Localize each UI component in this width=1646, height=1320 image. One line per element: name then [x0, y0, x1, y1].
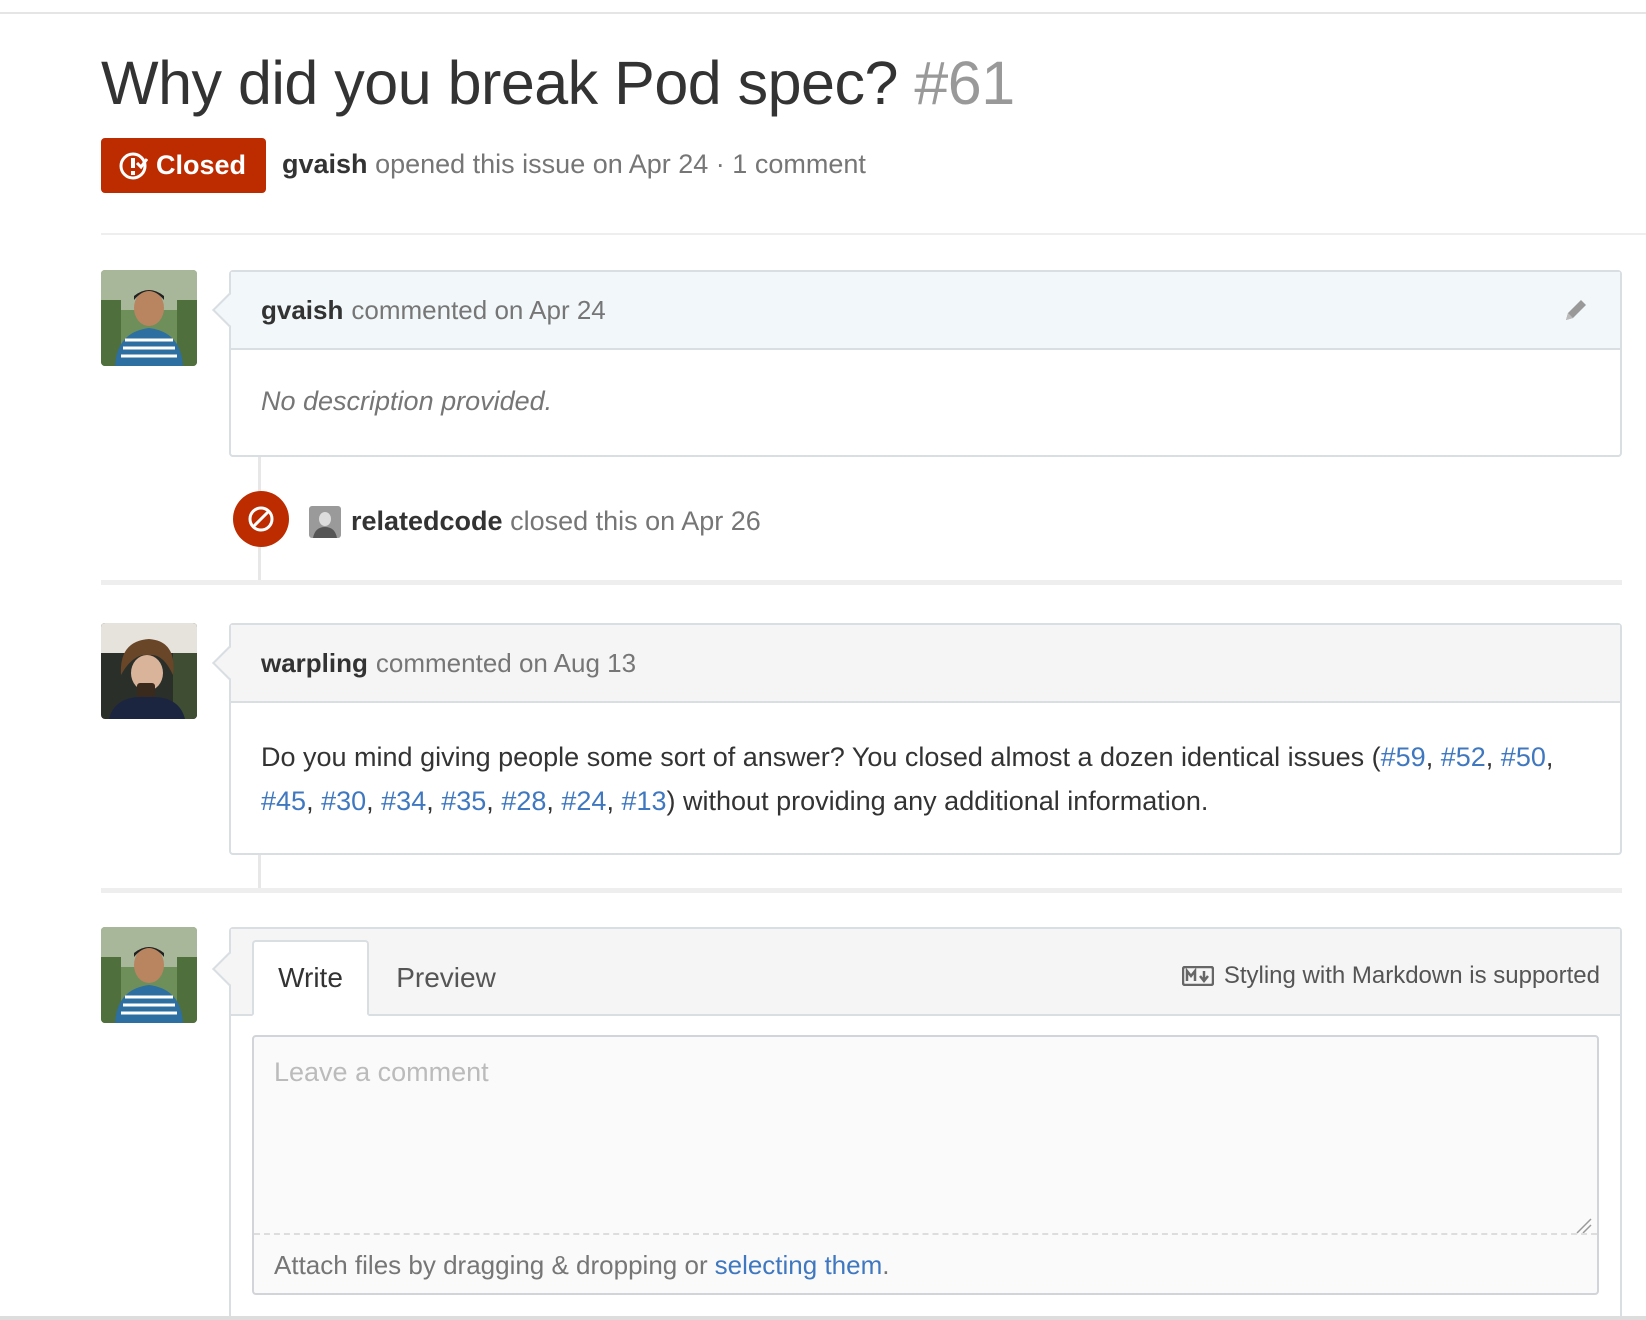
avatar[interactable] — [101, 623, 197, 719]
comment-textarea-wrap: Attach files by dragging & dropping or s… — [252, 1035, 1599, 1295]
issue-number: #61 — [914, 49, 1015, 117]
bottom-divider — [0, 1316, 1646, 1320]
timeline-line — [258, 855, 261, 890]
comment-header: warpling commented on Aug 13 — [231, 625, 1620, 703]
avatar[interactable] — [101, 927, 197, 1023]
event-actor-link[interactable]: relatedcode — [351, 506, 503, 536]
comment-author-link[interactable]: warpling — [261, 648, 368, 679]
comment-textarea[interactable] — [254, 1037, 1597, 1235]
select-files-link[interactable]: selecting them — [715, 1250, 883, 1281]
issue-link[interactable]: #45 — [261, 786, 306, 816]
issue-link[interactable]: #52 — [1441, 742, 1486, 772]
resize-grip-icon[interactable] — [1573, 1215, 1593, 1235]
issue-link[interactable]: #28 — [501, 786, 546, 816]
avatar-warpling — [101, 623, 197, 719]
comment-card: warpling commented on Aug 13 Do you mind… — [212, 623, 1622, 855]
issue-link[interactable]: #34 — [381, 786, 426, 816]
comment-header: gvaish commented on Apr 24 — [231, 272, 1620, 350]
issue-meta-text: opened this issue on Apr 24 · 1 comment — [375, 149, 866, 179]
tab-preview[interactable]: Preview — [381, 940, 511, 1016]
issue-title: Why did you break Pod spec? #61 — [101, 48, 1015, 118]
issue-link[interactable]: #30 — [321, 786, 366, 816]
markdown-help[interactable]: Styling with Markdown is supported — [1181, 962, 1600, 990]
comment-text-suffix: ) without providing any additional infor… — [666, 786, 1209, 816]
avatar-gvaish — [101, 270, 197, 366]
timeline-divider — [101, 888, 1622, 893]
tab-write[interactable]: Write — [252, 940, 369, 1016]
markdown-icon — [1181, 966, 1214, 986]
meta-divider — [101, 233, 1646, 235]
issue-link[interactable]: #13 — [621, 786, 666, 816]
comment-body: No description provided. — [231, 350, 1620, 417]
avatar-current-user — [101, 927, 197, 1023]
attach-end: . — [882, 1249, 890, 1280]
attach-text: Attach files by dragging & dropping or — [274, 1249, 708, 1280]
comment-action: commented on Aug 13 — [375, 647, 637, 678]
top-divider — [0, 12, 1646, 14]
comment-card: gvaish commented on Apr 24 No descriptio… — [212, 270, 1622, 457]
comment-empty-text: No description provided. — [261, 386, 553, 416]
avatar-relatedcode — [309, 506, 341, 538]
issue-state-label: Closed — [156, 150, 247, 180]
circle-slash-icon — [248, 506, 274, 532]
pencil-icon[interactable] — [1562, 296, 1590, 324]
comment-author-link[interactable]: gvaish — [261, 295, 343, 326]
comment-body: Do you mind giving people some sort of a… — [261, 742, 1554, 816]
issue-link[interactable]: #35 — [441, 786, 486, 816]
issue-link[interactable]: #24 — [561, 786, 606, 816]
editor-tabs: Write Preview Styling with Markdown is s… — [231, 929, 1620, 1016]
issue-state-badge: Closed — [101, 138, 266, 193]
comment-text-prefix: Do you mind giving people some sort of a… — [261, 742, 1381, 772]
issue-title-text: Why did you break Pod spec? — [101, 49, 898, 117]
file-drop-zone[interactable]: Attach files by dragging & dropping or s… — [254, 1233, 1597, 1295]
issue-link[interactable]: #50 — [1501, 742, 1546, 772]
avatar[interactable] — [101, 270, 197, 366]
markdown-note-text: Styling with Markdown is supported — [1223, 962, 1600, 989]
close-event: relatedcode closed this on Apr 26 — [351, 506, 761, 537]
event-icon — [233, 491, 289, 547]
avatar[interactable] — [309, 506, 341, 538]
issue-meta: gvaish opened this issue on Apr 24 · 1 c… — [282, 149, 866, 180]
comment-form: Write Preview Styling with Markdown is s… — [212, 927, 1622, 1320]
issue-author-link[interactable]: gvaish — [282, 149, 368, 179]
timeline-divider — [101, 580, 1622, 585]
issue-closed-icon — [119, 152, 148, 179]
event-action: closed this on Apr 26 — [510, 506, 761, 536]
comment-action: commented on Apr 24 — [351, 294, 606, 325]
issue-link[interactable]: #59 — [1381, 742, 1426, 772]
